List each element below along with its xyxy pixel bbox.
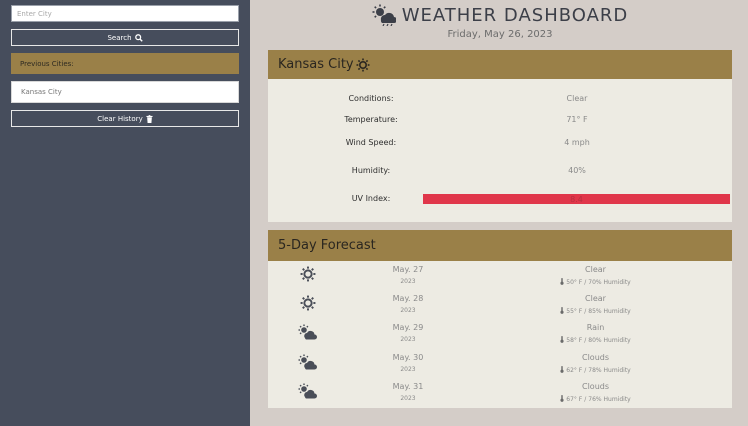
search-button[interactable]: Search (11, 29, 239, 46)
forecast-condition: Rain (586, 323, 605, 332)
forecast-condition: Clear (585, 294, 606, 303)
current-weather-header: Kansas City (268, 50, 732, 79)
weather-icon (372, 4, 396, 26)
city-search-input[interactable] (11, 5, 239, 22)
forecast-row: May. 31 2023 Clouds 67° F/76% Humidity (268, 379, 732, 408)
conditions-value: Clear (566, 94, 588, 103)
sun-cloud-icon (298, 354, 318, 370)
humidity-row: Humidity: 40% (268, 166, 732, 180)
thermometer-icon (560, 307, 564, 316)
forecast-temp: 58° F (566, 337, 583, 344)
forecast-date: May. 30 (392, 353, 424, 362)
sun-cloud-icon (298, 324, 318, 340)
forecast-temp: 67° F (566, 396, 583, 403)
thermometer-icon (560, 366, 564, 375)
forecast-details: 55° F/85% Humidity (538, 307, 653, 316)
forecast-humidity: 80% Humidity (588, 337, 631, 344)
forecast-condition: Clouds (581, 353, 610, 362)
thermometer-icon (560, 278, 564, 287)
forecast-date: May. 31 (392, 382, 424, 391)
forecast-humidity: 70% Humidity (588, 279, 631, 286)
search-icon (134, 33, 143, 42)
dashboard-title: WEATHER DASHBOARD (268, 4, 732, 26)
forecast-condition: Clouds (581, 382, 610, 391)
forecast-year: 2023 (400, 366, 416, 373)
sun-icon (298, 295, 318, 311)
forecast-temp: 50° F (566, 279, 583, 286)
forecast-separator: / (584, 367, 587, 374)
sidebar: Search Previous Cities: Kansas City Clea… (0, 0, 250, 426)
conditions-row: Conditions: Clear (268, 94, 732, 108)
forecast-temp: 62° F (566, 367, 583, 374)
forecast-separator: / (584, 308, 587, 315)
forecast-details: 58° F/80% Humidity (538, 336, 653, 345)
forecast-date: May. 27 (392, 265, 424, 274)
wind-row: Wind Speed: 4 mph (268, 138, 732, 152)
current-weather-card: Kansas City Conditions: Clear Temperatur… (268, 50, 732, 222)
forecast-humidity: 76% Humidity (588, 396, 631, 403)
forecast-separator: / (584, 396, 587, 403)
sun-cloud-icon (298, 383, 318, 399)
thermometer-icon (560, 395, 564, 404)
clear-history-button[interactable]: Clear History (11, 110, 239, 127)
wind-value: 4 mph (564, 138, 590, 147)
forecast-year: 2023 (400, 278, 416, 285)
forecast-year: 2023 (400, 395, 416, 402)
forecast-separator: / (584, 279, 587, 286)
uv-row: UV Index: 8.4 (268, 194, 732, 208)
history-item-kansas-city[interactable]: Kansas City (11, 81, 239, 103)
sun-icon (298, 266, 318, 282)
forecast-row: May. 28 2023 Clear 55° F/85% Humidity (268, 291, 732, 320)
humidity-value: 40% (568, 166, 586, 175)
forecast-humidity: 78% Humidity (588, 367, 631, 374)
forecast-separator: / (584, 337, 587, 344)
forecast-date: May. 29 (392, 323, 424, 332)
forecast-condition: Clear (585, 265, 606, 274)
forecast-date: May. 28 (392, 294, 424, 303)
thermometer-icon (560, 336, 564, 345)
temperature-row: Temperature: 71° F (268, 115, 732, 129)
forecast-details: 50° F/70% Humidity (538, 278, 653, 287)
forecast-row: May. 29 2023 Rain 58° F/80% Humidity (268, 320, 732, 349)
forecast-details: 67° F/76% Humidity (538, 395, 653, 404)
previous-cities-header: Previous Cities: (11, 53, 239, 74)
clear-history-label: Clear History (97, 114, 143, 123)
forecast-row: May. 30 2023 Clouds 62° F/78% Humidity (268, 350, 732, 379)
search-button-label: Search (107, 33, 132, 42)
uv-index-badge: 8.4 (423, 194, 730, 204)
temperature-value: 71° F (566, 115, 588, 124)
forecast-humidity: 85% Humidity (588, 308, 631, 315)
forecast-year: 2023 (400, 336, 416, 343)
forecast-details: 62° F/78% Humidity (538, 366, 653, 375)
current-city-name: Kansas City (278, 57, 354, 72)
forecast-card: 5-Day Forecast May. 27 2023 Clear 50° F/70%… (268, 230, 732, 408)
forecast-header: 5-Day Forecast (268, 230, 732, 261)
sun-icon (356, 58, 370, 71)
forecast-temp: 55° F (566, 308, 583, 315)
forecast-row: May. 27 2023 Clear 50° F/70% Humidity (268, 262, 732, 291)
trash-icon (146, 114, 153, 123)
forecast-year: 2023 (400, 307, 416, 314)
current-date: Friday, May 26, 2023 (447, 29, 553, 40)
dashboard-title-text: WEATHER DASHBOARD (401, 4, 629, 26)
